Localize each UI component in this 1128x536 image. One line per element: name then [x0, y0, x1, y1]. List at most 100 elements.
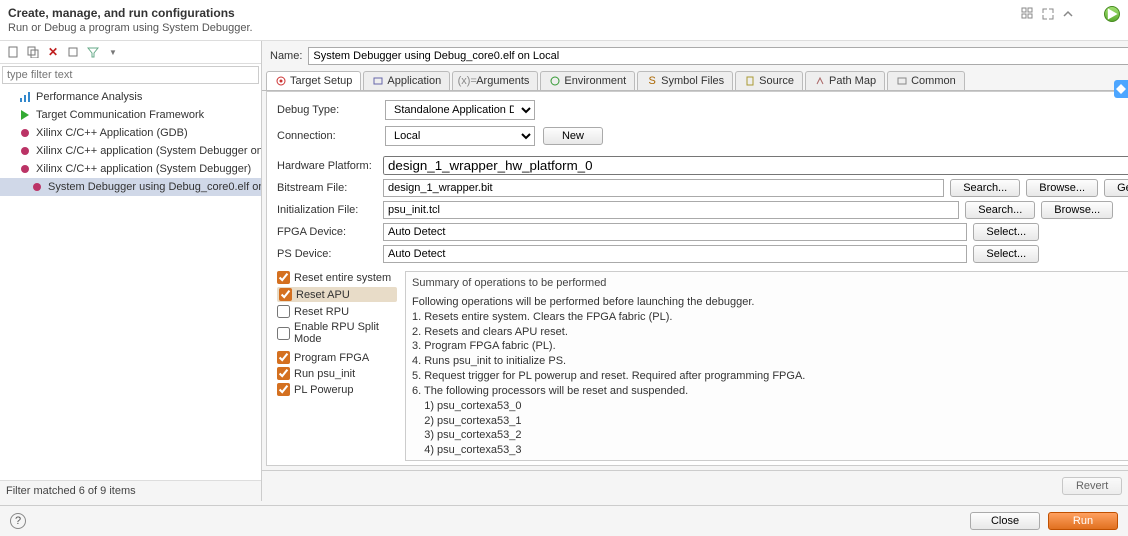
filter-input[interactable]: [2, 66, 259, 84]
right-panel: Name: Target Setup Application (x)=Argum…: [262, 41, 1128, 501]
fpga-select-button[interactable]: Select...: [973, 223, 1039, 241]
check-label: Reset APU: [296, 289, 350, 301]
tab-arguments[interactable]: (x)=Arguments: [452, 71, 538, 90]
side-tab-icon[interactable]: [1114, 80, 1128, 98]
tree-item-gdb[interactable]: Xilinx C/C++ Application (GDB): [0, 124, 261, 142]
chevron-up-icon[interactable]: [1060, 6, 1076, 22]
run-button[interactable]: Run: [1048, 512, 1118, 530]
tree-item-label: Performance Analysis: [36, 91, 142, 103]
connection-select[interactable]: Local: [385, 126, 535, 146]
summary-content: Following operations will be performed b…: [412, 295, 1128, 461]
tab-label: Source: [759, 75, 794, 87]
new-connection-button[interactable]: New: [543, 127, 603, 145]
tree-item-sysdebug[interactable]: Xilinx C/C++ application (System Debugge…: [0, 160, 261, 178]
program-fpga-checkbox[interactable]: [277, 351, 290, 364]
config-tabs: Target Setup Application (x)=Arguments E…: [262, 71, 1128, 91]
tree-item-performance[interactable]: Performance Analysis: [0, 88, 261, 106]
init-file-input[interactable]: [383, 201, 959, 219]
options-checks: Reset entire system Reset APU Reset RPU …: [277, 271, 397, 461]
bug-icon: [18, 126, 32, 140]
target-icon: [275, 75, 287, 87]
ps-select-button[interactable]: Select...: [973, 245, 1039, 263]
tab-environment[interactable]: Environment: [540, 71, 635, 90]
duplicate-icon[interactable]: [26, 45, 40, 59]
config-toolbar: ✕ ▼: [0, 41, 261, 64]
reset-rpu-checkbox[interactable]: [277, 305, 290, 318]
args-icon: (x)=: [461, 75, 473, 87]
tree-item-tcf[interactable]: Target Communication Framework: [0, 106, 261, 124]
close-button[interactable]: Close: [970, 512, 1040, 530]
common-icon: [896, 75, 908, 87]
check-label: Enable RPU Split Mode: [294, 321, 397, 345]
bug-icon: [18, 144, 32, 158]
tab-target-setup[interactable]: Target Setup: [266, 71, 361, 90]
help-icon[interactable]: ?: [10, 513, 26, 529]
tab-label: Target Setup: [290, 75, 352, 87]
tab-label: Common: [911, 75, 956, 87]
tree-item-label: Xilinx C/C++ application (System Debugge…: [36, 163, 251, 175]
hw-platform-select[interactable]: design_1_wrapper_hw_platform_0: [383, 156, 1128, 175]
fpga-device-label: FPGA Device:: [277, 226, 377, 238]
left-panel: ✕ ▼ Performance Analysis Target Communic…: [0, 41, 262, 501]
debug-type-label: Debug Type:: [277, 104, 377, 116]
tab-label: Application: [387, 75, 441, 87]
tree-item-qemu[interactable]: Xilinx C/C++ application (System Debugge…: [0, 142, 261, 160]
config-tree: Performance Analysis Target Communicatio…: [0, 86, 261, 480]
bitstream-search-button[interactable]: Search...: [950, 179, 1020, 197]
name-input[interactable]: [308, 47, 1128, 65]
tab-common[interactable]: Common: [887, 71, 965, 90]
revert-button[interactable]: Revert: [1062, 477, 1122, 495]
reset-system-checkbox[interactable]: [277, 271, 290, 284]
bitstream-generate-button[interactable]: Generate...: [1104, 179, 1128, 197]
reset-apu-checkbox[interactable]: [279, 288, 292, 301]
bitstream-label: Bitstream File:: [277, 182, 377, 194]
filter-status: Filter matched 6 of 9 items: [0, 480, 261, 501]
dropdown-icon[interactable]: ▼: [106, 45, 120, 59]
delete-icon[interactable]: ✕: [46, 45, 60, 59]
play-green-icon: [18, 108, 32, 122]
run-psu-init-checkbox[interactable]: [277, 367, 290, 380]
init-file-label: Initialization File:: [277, 204, 377, 216]
dialog-footer: ? Close Run: [0, 505, 1128, 536]
dialog-title: Create, manage, and run configurations: [8, 6, 253, 20]
app-icon: [372, 75, 384, 87]
ps-device-label: PS Device:: [277, 248, 377, 260]
path-icon: [814, 75, 826, 87]
fpga-device-input[interactable]: [383, 223, 967, 241]
summary-box: Summary of operations to be performed Fo…: [405, 271, 1128, 461]
tab-label: Symbol Files: [661, 75, 724, 87]
bitstream-browse-button[interactable]: Browse...: [1026, 179, 1098, 197]
collapse-icon[interactable]: [66, 45, 80, 59]
expand-icon[interactable]: [1040, 6, 1056, 22]
pl-powerup-checkbox[interactable]: [277, 383, 290, 396]
init-browse-button[interactable]: Browse...: [1041, 201, 1113, 219]
tree-item-label: System Debugger using Debug_core0.elf on…: [48, 181, 261, 193]
bug-icon: [18, 162, 32, 176]
tab-path-map[interactable]: Path Map: [805, 71, 885, 90]
tree-item-active-config[interactable]: System Debugger using Debug_core0.elf on…: [0, 178, 261, 196]
enable-rpu-checkbox[interactable]: [277, 327, 290, 340]
filter-icon[interactable]: [86, 45, 100, 59]
symbol-icon: S: [646, 75, 658, 87]
source-icon: [744, 75, 756, 87]
grid-icon[interactable]: [1020, 6, 1036, 22]
tree-item-label: Xilinx C/C++ Application (GDB): [36, 127, 188, 139]
check-label: PL Powerup: [294, 384, 354, 396]
chart-icon: [18, 90, 32, 104]
tab-source[interactable]: Source: [735, 71, 803, 90]
init-search-button[interactable]: Search...: [965, 201, 1035, 219]
check-label: Program FPGA: [294, 352, 369, 364]
dialog-header: Create, manage, and run configurations R…: [0, 0, 1128, 41]
dialog-subtitle: Run or Debug a program using System Debu…: [8, 22, 253, 34]
tab-label: Environment: [564, 75, 626, 87]
run-big-button[interactable]: [1104, 6, 1120, 22]
env-icon: [549, 75, 561, 87]
bitstream-input[interactable]: [383, 179, 944, 197]
tab-application[interactable]: Application: [363, 71, 450, 90]
new-config-icon[interactable]: [6, 45, 20, 59]
ps-device-input[interactable]: [383, 245, 967, 263]
check-label: Run psu_init: [294, 368, 355, 380]
debug-type-select[interactable]: Standalone Application Debug: [385, 100, 535, 120]
tab-symbol-files[interactable]: SSymbol Files: [637, 71, 733, 90]
check-label: Reset entire system: [294, 272, 391, 284]
